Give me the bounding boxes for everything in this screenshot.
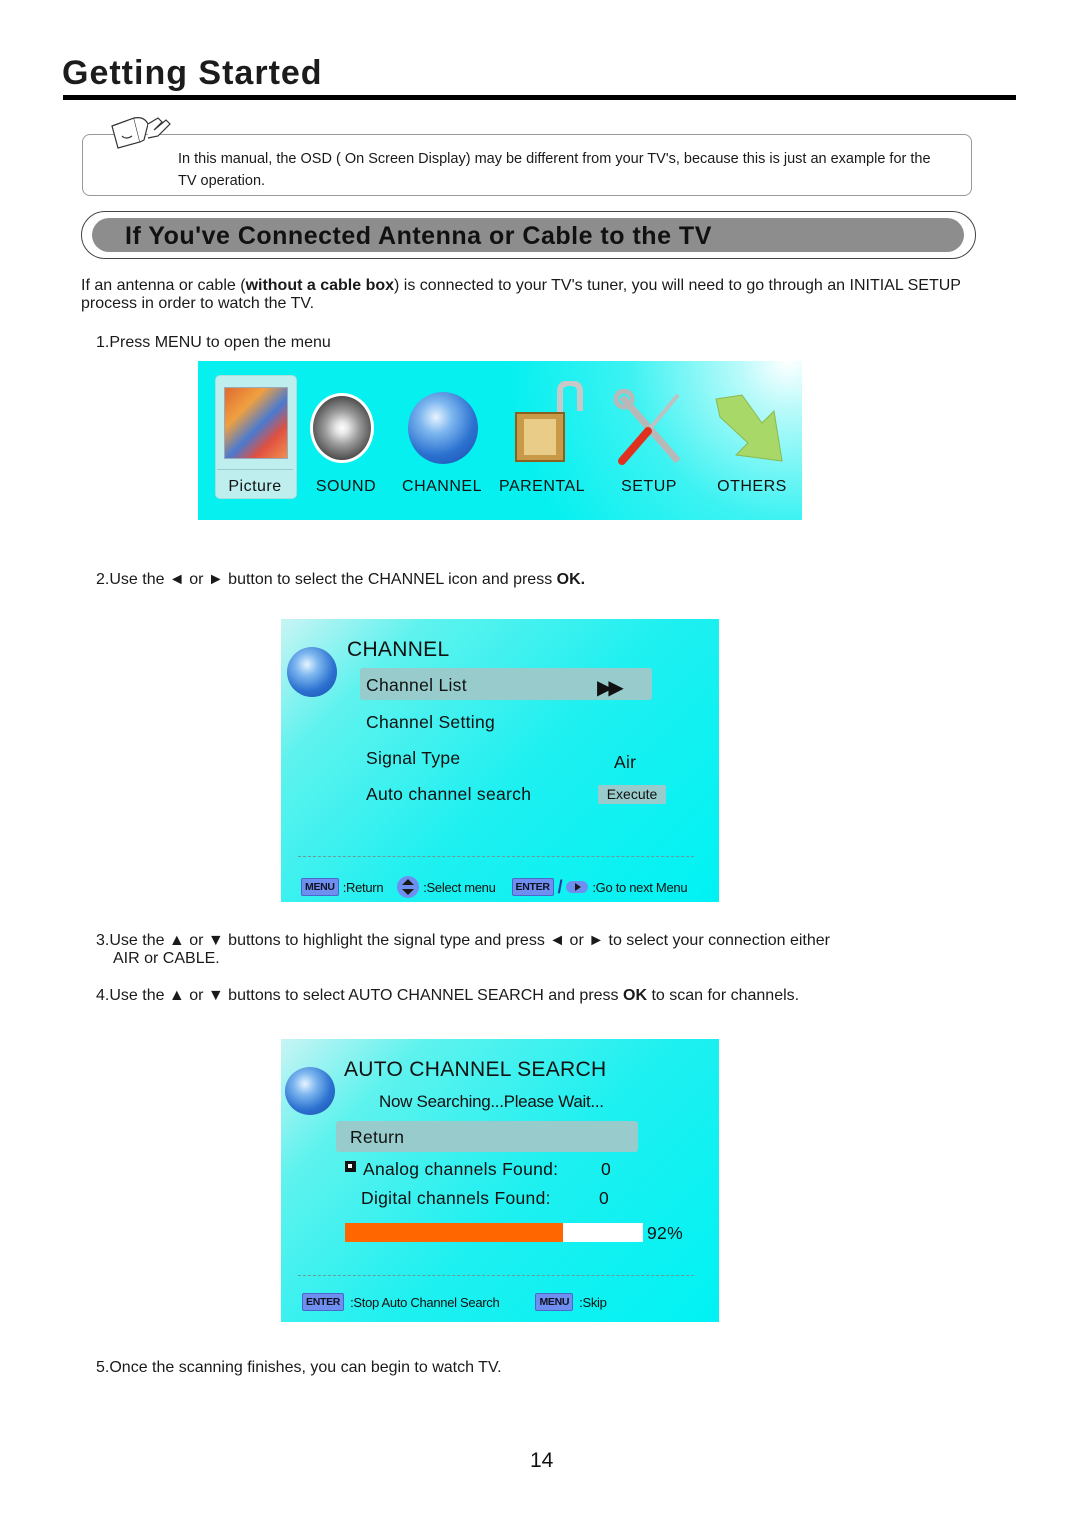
search-status: Now Searching...Please Wait... <box>379 1092 604 1111</box>
globe-icon <box>285 1067 335 1115</box>
menu-label-parental: PARENTAL <box>498 478 586 495</box>
main-menu-osd: Picture SOUND CHANNEL PARENTAL SETUP OTH… <box>198 361 802 520</box>
progress-bar <box>345 1223 643 1242</box>
channel-menu-hints: MENU :Return :Select menu ENTER / :Go to… <box>301 876 688 898</box>
cursor-icon <box>345 1161 356 1172</box>
intro-paragraph: If an antenna or cable (without a cable … <box>81 277 981 313</box>
step-3: 3.Use the ▲ or ▼ buttons to highlight th… <box>96 932 830 949</box>
intro-text: If an antenna or cable ( <box>81 277 246 294</box>
menu-item-channel[interactable]: CHANNEL <box>396 361 488 520</box>
step-4-bold: OK <box>623 987 647 1004</box>
globe-icon <box>408 392 478 464</box>
intro-bold: without a cable box <box>245 277 395 294</box>
step-4-text-2: to scan for channels. <box>647 987 800 1004</box>
menu-item-sound[interactable]: SOUND <box>306 361 386 520</box>
menu-item-setup[interactable]: SETUP <box>604 361 694 520</box>
menu-label-picture: Picture <box>228 478 282 495</box>
auto-search-osd: AUTO CHANNEL SEARCH Now Searching...Plea… <box>281 1039 719 1322</box>
enter-key-badge: ENTER <box>511 878 554 896</box>
padlock-icon <box>514 379 596 463</box>
section-heading: If You've Connected Antenna or Cable to … <box>125 222 712 250</box>
up-down-icon <box>397 876 420 898</box>
arrow-icon <box>712 393 786 463</box>
channel-row-channel-setting[interactable]: Channel Setting <box>366 712 495 733</box>
execute-button[interactable]: Execute <box>598 785 666 804</box>
menu-item-others[interactable]: OTHERS <box>708 361 796 520</box>
auto-search-title: AUTO CHANNEL SEARCH <box>344 1058 607 1081</box>
step-2-text: 2.Use the ◄ or ► button to select the CH… <box>96 571 557 588</box>
pointing-hand-icon <box>104 112 180 152</box>
channel-menu-osd: CHANNEL Channel List ▶▶ Channel Setting … <box>281 619 719 902</box>
row-label-channel-list: Channel List <box>366 675 467 695</box>
page-number: 14 <box>530 1449 554 1472</box>
hint-return: :Return <box>342 879 384 895</box>
digital-label: Digital channels Found: <box>361 1188 551 1208</box>
progress-percent: 92% <box>647 1223 683 1243</box>
speaker-icon <box>310 393 374 463</box>
analog-count: 0 <box>601 1159 612 1179</box>
page-title: Getting Started <box>62 54 323 92</box>
enter-key-badge: ENTER <box>302 1293 345 1311</box>
menu-key-badge: MENU <box>535 1293 574 1311</box>
wrench-screwdriver-icon <box>612 388 686 467</box>
fast-forward-icon: ▶▶ <box>597 677 624 699</box>
progress-fill <box>345 1223 563 1242</box>
step-2: 2.Use the ◄ or ► button to select the CH… <box>96 571 585 589</box>
channel-menu-title: CHANNEL <box>347 638 450 661</box>
menu-label-setup: SETUP <box>621 478 677 495</box>
menu-key-badge: MENU <box>301 878 339 896</box>
step-1: 1.Press MENU to open the menu <box>96 334 331 351</box>
return-label: Return <box>350 1127 405 1147</box>
step-4: 4.Use the ▲ or ▼ buttons to select AUTO … <box>96 987 799 1005</box>
menu-label-channel: CHANNEL <box>402 478 482 495</box>
hint-skip: :Skip <box>579 1294 607 1310</box>
channel-row-signal-type[interactable]: Signal Type <box>366 748 460 769</box>
menu-item-picture[interactable]: Picture <box>215 361 295 520</box>
picture-icon <box>224 387 288 459</box>
analog-label: Analog channels Found: <box>363 1159 559 1179</box>
step-4-text: 4.Use the ▲ or ▼ buttons to select AUTO … <box>96 987 623 1004</box>
hint-next-menu: :Go to next Menu <box>592 879 688 895</box>
slash: / <box>557 876 563 897</box>
step-2-bold: OK. <box>556 571 586 588</box>
channel-row-auto-search[interactable]: Auto channel search <box>366 784 531 805</box>
divider <box>298 856 694 857</box>
title-rule <box>63 95 1016 100</box>
menu-label-others: OTHERS <box>717 478 787 495</box>
step-5: 5.Once the scanning finishes, you can be… <box>96 1359 502 1376</box>
picture-label-rule <box>217 469 293 470</box>
signal-type-value[interactable]: Air <box>614 752 636 773</box>
step-3-line-2: AIR or CABLE. <box>113 950 220 967</box>
globe-icon <box>287 647 337 697</box>
divider <box>298 1275 694 1276</box>
note-text: In this manual, the OSD ( On Screen Disp… <box>178 151 931 189</box>
auto-search-hints: ENTER :Stop Auto Channel Search MENU :Sk… <box>302 1293 607 1311</box>
right-arrow-icon <box>566 881 589 893</box>
digital-count: 0 <box>599 1188 610 1208</box>
menu-label-sound: SOUND <box>315 478 377 495</box>
hint-select: :Select menu <box>423 879 496 895</box>
hint-stop: :Stop Auto Channel Search <box>350 1294 500 1310</box>
menu-item-parental[interactable]: PARENTAL <box>494 361 590 520</box>
